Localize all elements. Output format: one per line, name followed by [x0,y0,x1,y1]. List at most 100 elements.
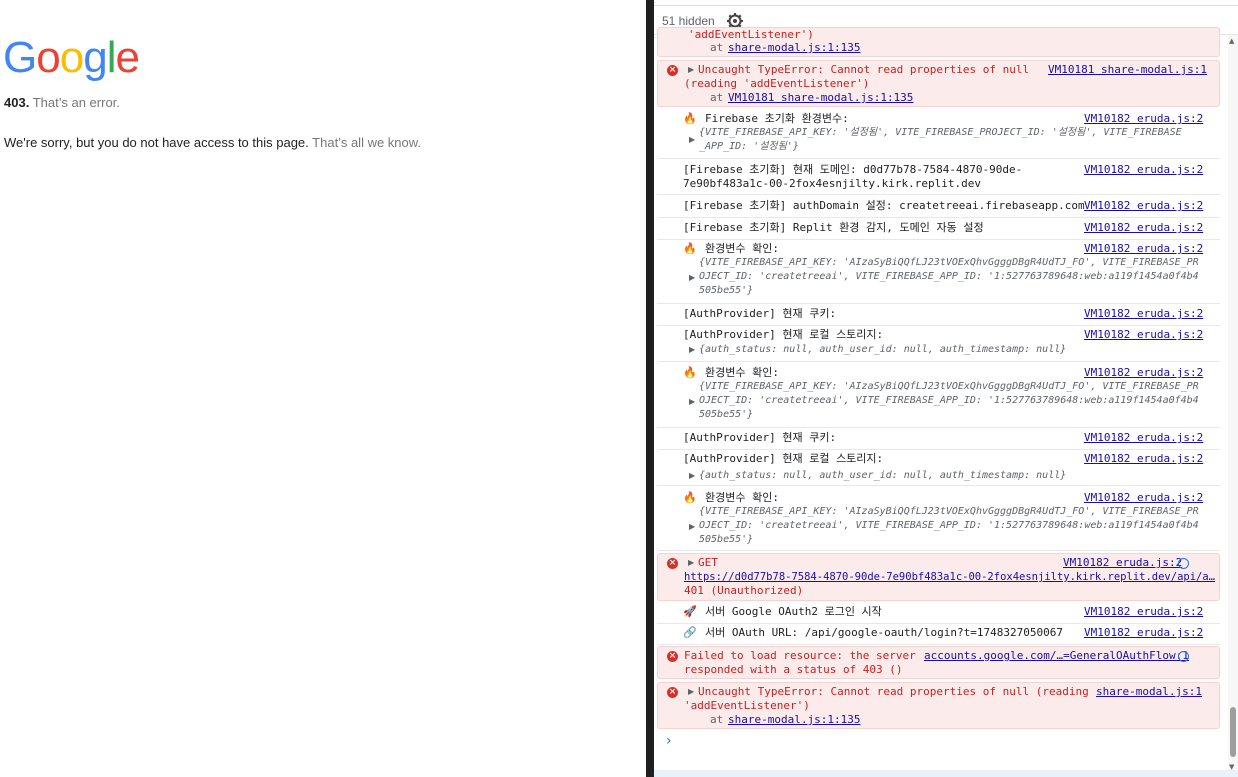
source-link[interactable]: VM10182 eruda.js:2 [1084,307,1203,321]
source-link[interactable]: share-modal.js:1 [1096,685,1202,699]
all-we-know-text: That’s all we know. [312,135,422,150]
message-text: [Firebase 초기화] 현재 도메인: d0d77b78-7584-487… [683,163,1023,176]
message-text: 환경변수 확인: [705,366,779,379]
console-error-message[interactable]: 'addEventListener') at share-modal.js:1:… [657,27,1220,57]
console-log-message[interactable]: [AuthProvider] 현재 쿠키: VM10182 eruda.js:2 [657,305,1220,326]
source-link[interactable]: VM10182 eruda.js:2 [1084,626,1203,640]
request-url-link[interactable]: https://d0d77b78-7584-4870-90de-7e90bf48… [684,570,1215,584]
sorry-text: We're sorry, but you do not have access … [4,135,309,150]
console-log-message[interactable]: 🔗 서버 OAuth URL: /api/google-oauth/login?… [657,624,1220,645]
source-link[interactable]: VM10182 eruda.js:2 [1084,452,1203,466]
expand-triangle-icon[interactable]: ▶ [689,520,695,534]
console-error-message[interactable]: × Failed to load resource: the server ac… [657,646,1220,679]
message-text: [AuthProvider] 현재 로컬 스토리지: [683,452,884,465]
console-log-message[interactable]: [Firebase 초기화] authDomain 설정: createtree… [657,197,1220,218]
object-preview: {auth_status: null, auth_user_id: null, … [699,344,1067,355]
scroll-thumb[interactable] [1230,707,1236,757]
message-text: responded with a status of 403 () [684,663,903,676]
console-log-message[interactable]: [Firebase 초기화] Replit 환경 감지, 도메인 자동 설정 V… [657,219,1220,240]
logo-letter: G [3,33,37,82]
fire-icon: 🔥 [683,242,697,255]
error-icon: × [667,65,678,76]
console-prompt[interactable]: › [666,733,672,749]
source-link[interactable]: VM10182 eruda.js:2 [1084,491,1203,505]
console-log-message[interactable]: 🔥 환경변수 확인: VM10182 eruda.js:2 ▶ {VITE_FI… [657,364,1220,428]
console-log-message[interactable]: 🔥 환경변수 확인: VM10182 eruda.js:2 ▶ {VITE_FI… [657,489,1220,551]
expand-triangle-icon[interactable]: ▶ [688,685,694,699]
source-link[interactable]: VM10182 eruda.js:2 [1084,199,1203,213]
message-text: Failed to load resource: the server [684,649,916,662]
network-globe-icon[interactable] [1178,651,1189,662]
link-icon: 🔗 [683,626,697,639]
google-logo[interactable]: Google [3,30,140,86]
object-preview: {VITE_FIREBASE_API_KEY: 'AIzaSyBiQQfLJ23… [699,506,1199,517]
expand-triangle-icon[interactable]: ▶ [688,63,694,77]
source-link[interactable]: VM10182 eruda.js:2 [1084,112,1203,126]
source-link[interactable]: VM10182 eruda.js:2 [1063,556,1182,570]
logo-letter: o [59,33,85,82]
console-log-message[interactable]: 🔥 환경변수 확인: VM10182 eruda.js:2 ▶ {VITE_FI… [657,240,1220,304]
object-preview: 505be55'} [699,534,754,545]
object-preview: OJECT_ID: 'createtreeai', VITE_FIREBASE_… [699,271,1199,282]
logo-letter: g [83,33,108,82]
console-error-message[interactable]: × ▶ Uncaught TypeError: Cannot read prop… [657,60,1220,107]
console-log-message[interactable]: [AuthProvider] 현재 로컬 스토리지: VM10182 eruda… [657,326,1220,362]
expand-triangle-icon[interactable]: ▶ [689,133,695,147]
source-link[interactable]: VM10181 share-modal.js:1 [1048,63,1207,77]
expand-triangle-icon[interactable]: ▶ [689,271,695,285]
message-text: 환경변수 확인: [705,242,779,255]
source-link[interactable]: VM10182 eruda.js:2 [1084,366,1203,380]
message-text: Uncaught TypeError: Cannot read properti… [698,685,1089,698]
console-log-message[interactable]: [AuthProvider] 현재 로컬 스토리지: VM10182 eruda… [657,450,1220,486]
source-link[interactable]: VM10182 eruda.js:2 [1084,163,1203,177]
stack-link[interactable]: share-modal.js:1:135 [728,41,860,55]
message-text: 'addEventListener') [684,699,810,712]
logo-letter: l [106,33,117,82]
expand-triangle-icon[interactable]: ▶ [689,469,695,483]
stack-link[interactable]: VM10181 share-modal.js:1:135 [728,91,913,105]
devtools-toolbar [654,0,1238,6]
console-log-message[interactable]: [Firebase 초기화] 현재 도메인: d0d77b78-7584-487… [657,161,1220,195]
message-text: 서버 OAuth URL: /api/google-oauth/login?t=… [705,626,1063,639]
scroll-up-icon[interactable]: ▲ [1229,37,1234,45]
stack-link[interactable]: share-modal.js:1:135 [728,713,860,727]
message-text: GET [698,556,718,569]
scrollbar[interactable]: ▲ ▼ [1228,35,1238,777]
source-link[interactable]: accounts.google.com/…=GeneralOAuthFlow:1 [924,649,1189,663]
message-text: 7e90bf483a1c-00-2fox4esnjilty.kirk.repli… [683,177,982,190]
object-preview: OJECT_ID: 'createtreeai', VITE_FIREBASE_… [699,395,1199,406]
object-preview: {auth_status: null, auth_user_id: null, … [699,470,1067,481]
console-log-message[interactable]: 🚀 서버 Google OAuth2 로그인 시작 VM10182 eruda.… [657,603,1220,624]
expand-triangle-icon[interactable]: ▶ [689,395,695,409]
expand-triangle-icon[interactable]: ▶ [688,556,694,570]
console-log-message[interactable]: 🔥 Firebase 초기화 환경변수: VM10182 eruda.js:2 … [657,110,1220,159]
message-text: Uncaught TypeError: Cannot read properti… [698,63,1030,76]
panel-divider[interactable] [646,0,654,777]
error-code: 403. [4,95,30,110]
logo-letter: e [115,33,140,82]
message-text: 환경변수 확인: [705,491,779,504]
object-preview: OJECT_ID: 'createtreeai', VITE_FIREBASE_… [699,520,1199,531]
object-preview: {VITE_FIREBASE_API_KEY: 'AIzaSyBiQQfLJ23… [699,381,1199,392]
object-preview: 505be55'} [699,409,754,420]
object-preview: {VITE_FIREBASE_API_KEY: '설정됨', VITE_FIRE… [699,127,1182,138]
console-error-message[interactable]: × ▶ Uncaught TypeError: Cannot read prop… [657,682,1220,729]
network-globe-icon[interactable] [1178,558,1189,569]
source-link[interactable]: VM10182 eruda.js:2 [1084,605,1203,619]
source-link[interactable]: VM10182 eruda.js:2 [1084,242,1203,256]
message-text: [AuthProvider] 현재 쿠키: [683,307,837,320]
console-log-message[interactable]: [AuthProvider] 현재 쿠키: VM10182 eruda.js:2 [657,429,1220,450]
error-icon: × [667,687,678,698]
error-page: Google 403. That’s an error. We're sorry… [0,0,646,777]
object-preview: _APP_ID: '설정됨'} [699,141,799,152]
console-network-error[interactable]: × ▶ GET VM10182 eruda.js:2 https://d0d77… [657,553,1220,601]
error-icon: × [667,558,678,569]
message-text: 서버 Google OAuth2 로그인 시작 [705,605,882,618]
stack-at: at [710,91,724,104]
error-icon: × [667,651,678,662]
source-link[interactable]: VM10182 eruda.js:2 [1084,328,1203,342]
source-link[interactable]: VM10182 eruda.js:2 [1084,221,1203,235]
message-text: [Firebase 초기화] Replit 환경 감지, 도메인 자동 설정 [683,221,984,234]
expand-triangle-icon[interactable]: ▶ [689,343,695,357]
source-link[interactable]: VM10182 eruda.js:2 [1084,431,1203,445]
